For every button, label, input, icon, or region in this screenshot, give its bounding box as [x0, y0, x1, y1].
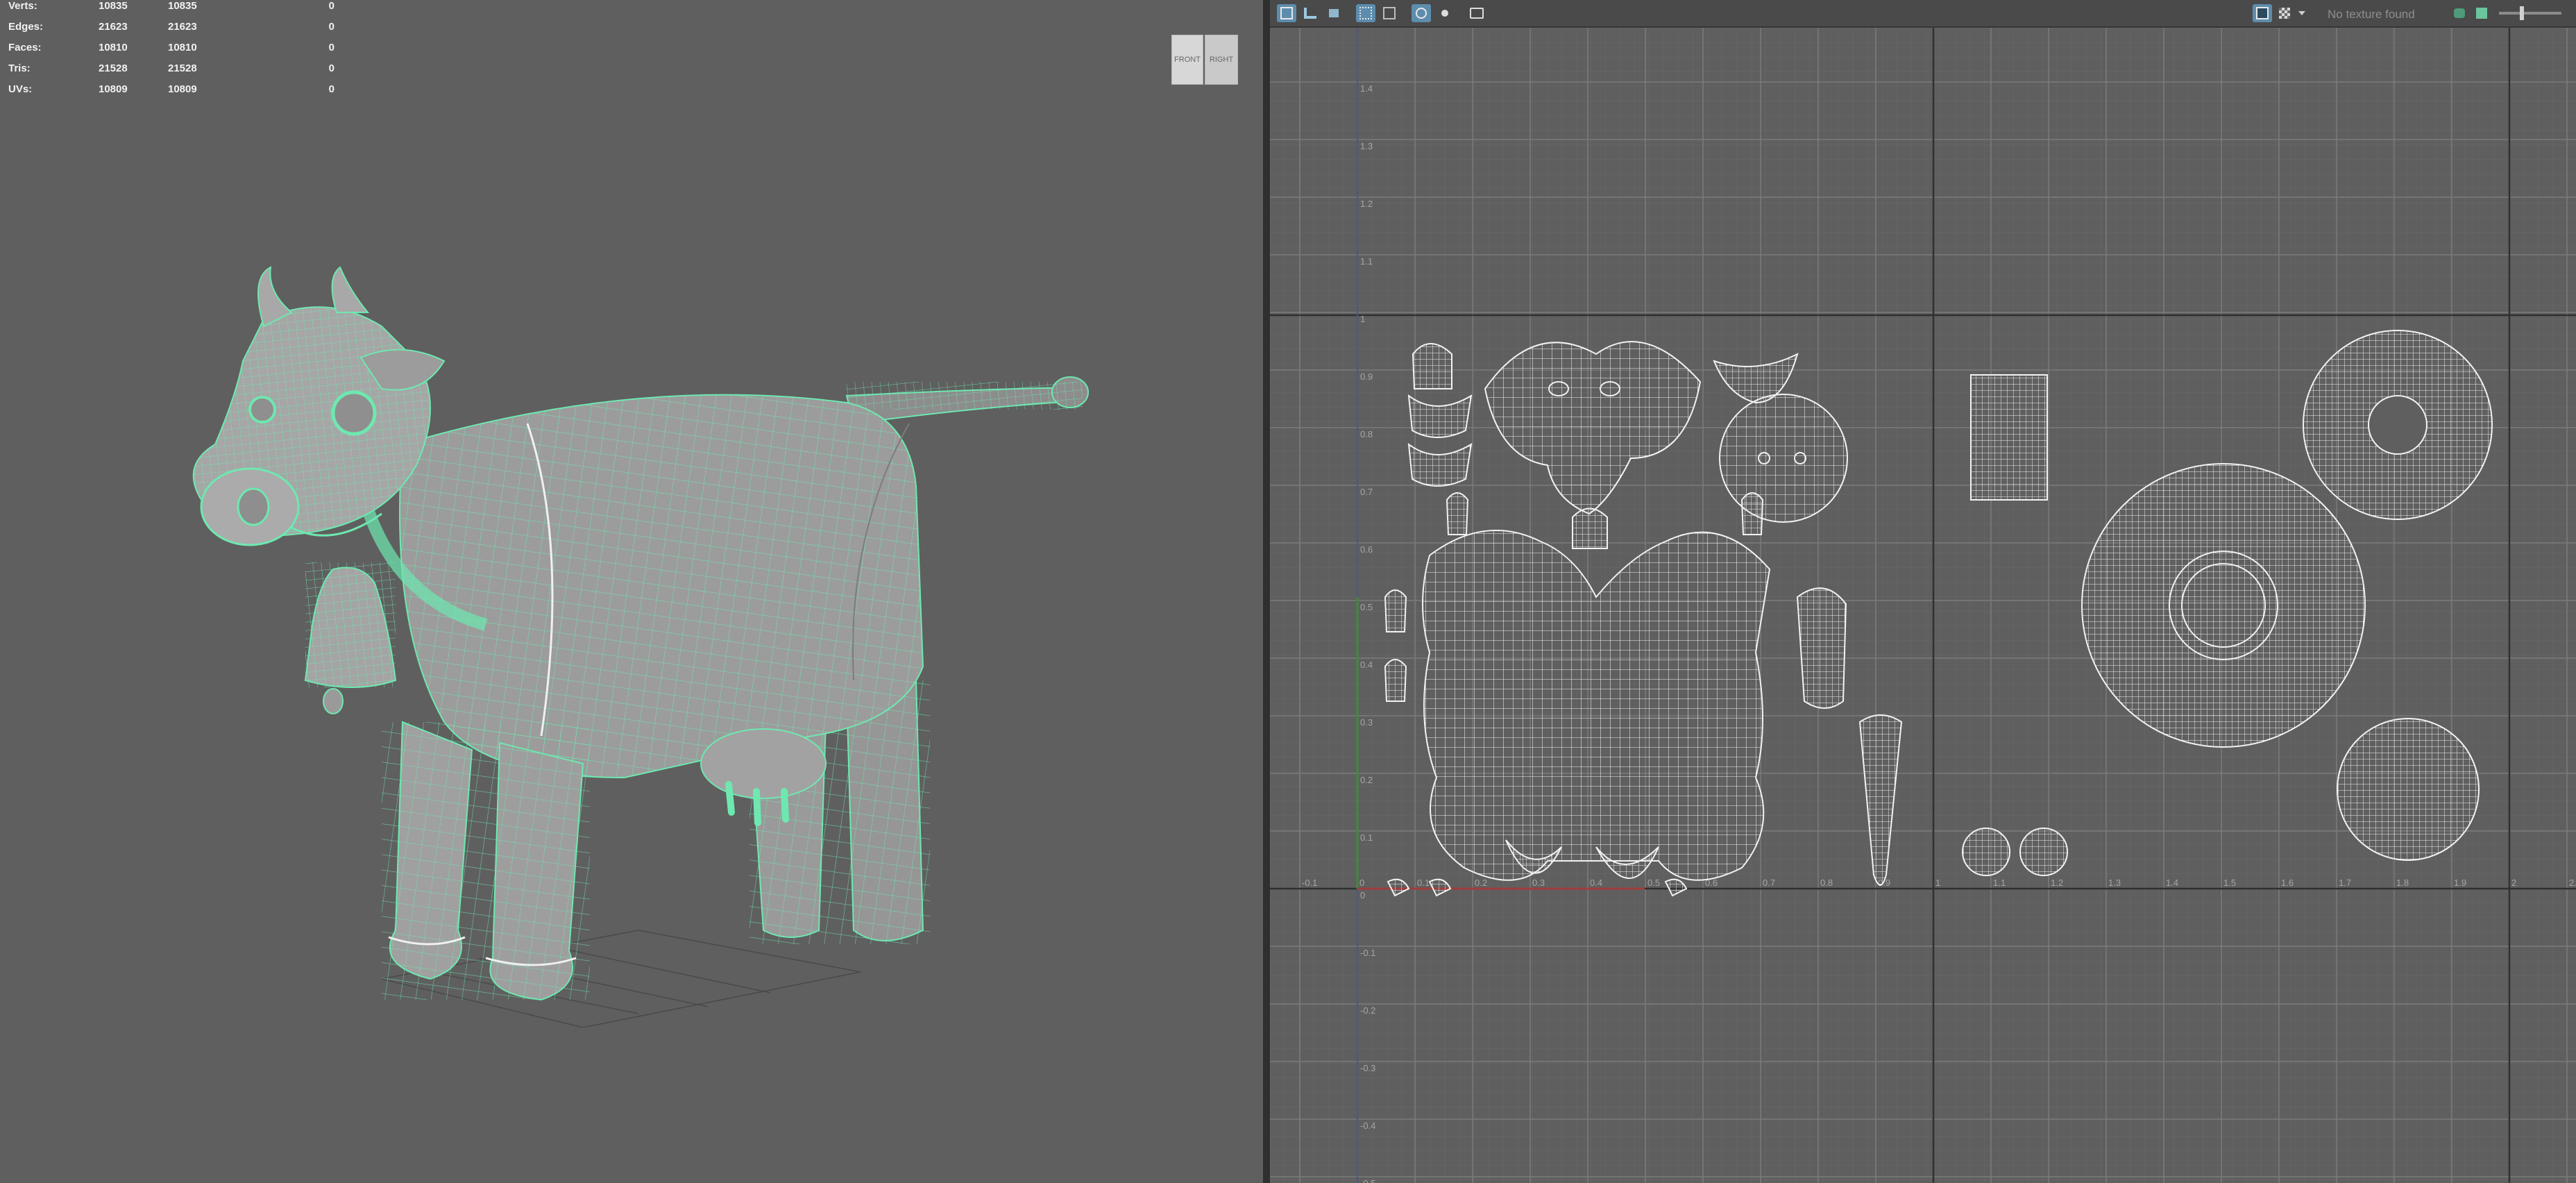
- texture-status-label: No texture found: [2328, 8, 2415, 21]
- hud-value: 0: [328, 62, 334, 74]
- v-tick-label: 0.6: [1360, 544, 1373, 555]
- v-tick-label: 1.4: [1360, 83, 1373, 94]
- v-tick-label: 0.7: [1360, 487, 1373, 497]
- v-tick-label: 0.2: [1360, 775, 1373, 785]
- hud-value: 0: [328, 21, 334, 33]
- uv-disc-center: [2081, 463, 2366, 748]
- u-tick-label: 0.5: [1647, 878, 1660, 888]
- hud-label: Edges:: [8, 21, 44, 33]
- v-tick-label: -0.2: [1360, 1005, 1375, 1016]
- hud-value: 10810: [168, 42, 197, 53]
- v-tick-label: 1.2: [1360, 199, 1373, 209]
- u-tick-label: 0.4: [1590, 878, 1602, 888]
- texture-display-icon[interactable]: [2253, 4, 2272, 22]
- v-tick-label: 1: [1360, 314, 1365, 324]
- hud-value: 10835: [168, 0, 197, 12]
- v-tick-label: 0: [1360, 890, 1365, 900]
- hud-value: 10809: [168, 83, 197, 95]
- v-tick-label: 1.3: [1360, 141, 1373, 151]
- v-tick-label: 0.3: [1360, 717, 1373, 728]
- grid-toggle-icon[interactable]: [1356, 4, 1375, 22]
- u-tick-label: 1.1: [1993, 878, 2006, 888]
- panel-divider[interactable]: [1263, 0, 1270, 1183]
- perspective-viewport[interactable]: Verts: 10835 10835 0 Edges: 21623 21623 …: [0, 0, 1263, 1183]
- v-tick-label: 0.9: [1360, 371, 1373, 382]
- dim-image-icon[interactable]: [1435, 4, 1455, 22]
- hud-value: 0: [328, 42, 334, 53]
- hud-row-uvs: UVs: 10809 10809 0: [8, 83, 334, 104]
- u-tick-label: 1.8: [2396, 878, 2409, 888]
- uv-vertex-select-icon[interactable]: [1300, 4, 1320, 22]
- hud-label: Faces:: [8, 42, 42, 53]
- v-tick-label: -0.4: [1360, 1121, 1375, 1131]
- hud-value: 10810: [99, 42, 128, 53]
- uv-grid-canvas[interactable]: -0.1 0 0.1 0.2 0.3 0.4 0.5 0.6 0.7 0.8 0.9 1 1.1 1.2 1…: [1270, 28, 2576, 1183]
- u-tick-label: 1.6: [2281, 878, 2294, 888]
- hud-value: 21623: [99, 21, 128, 33]
- u-tick-label: 1.5: [2223, 878, 2236, 888]
- maya-workspace: Verts: 10835 10835 0 Edges: 21623 21623 …: [0, 0, 2576, 1183]
- checker-icon[interactable]: [2275, 4, 2294, 22]
- viewcube-front-face[interactable]: FRONT: [1171, 35, 1203, 85]
- u-tick-label: 1.4: [2166, 878, 2178, 888]
- u-tick-label: 1.3: [2108, 878, 2121, 888]
- v-tick-label: -0.5: [1360, 1178, 1375, 1183]
- cow-tail: [845, 376, 1089, 425]
- hud-value: 21528: [168, 62, 197, 74]
- hud-value: 21528: [99, 62, 128, 74]
- hud-label: Tris:: [8, 62, 31, 74]
- hud-value: 10835: [99, 0, 128, 12]
- u-tick-label: 2.1: [2569, 878, 2576, 888]
- hud-row-verts: Verts: 10835 10835 0: [8, 0, 334, 21]
- hud-value: 0: [328, 83, 334, 95]
- u-tick-label: 2: [2511, 878, 2516, 888]
- uv-disc-top-right: [2303, 330, 2493, 520]
- u-tick-label: 0.1: [1417, 878, 1430, 888]
- v-tick-label: -0.3: [1360, 1063, 1375, 1073]
- cow-front-legs: [382, 721, 590, 1001]
- u-tick-label: 0: [1359, 878, 1364, 888]
- pin-icon[interactable]: [2450, 4, 2469, 22]
- u-tick-label: -0.1: [1302, 878, 1317, 888]
- uv-tile-icon[interactable]: [1324, 4, 1344, 22]
- poly-count-hud: Verts: 10835 10835 0 Edges: 21623 21623 …: [8, 0, 334, 104]
- cow-body: [399, 394, 924, 779]
- u-tick-label: 1: [1935, 878, 1940, 888]
- hud-row-edges: Edges: 21623 21623 0: [8, 21, 334, 42]
- u-tick-label: 0.2: [1475, 878, 1487, 888]
- v-tick-label: 0.8: [1360, 429, 1373, 439]
- isolate-icon[interactable]: [1412, 4, 1431, 22]
- snapshot-icon[interactable]: [1467, 4, 1486, 22]
- u-tick-label: 0.3: [1532, 878, 1545, 888]
- hud-label: UVs:: [8, 83, 33, 95]
- hud-value: 21623: [168, 21, 197, 33]
- hud-row-tris: Tris: 21528 21528 0: [8, 62, 334, 83]
- cow-model[interactable]: [153, 236, 1138, 1027]
- v-tick-label: -0.1: [1360, 948, 1375, 958]
- image-display-icon[interactable]: [1380, 4, 1399, 22]
- shaded-uv-icon[interactable]: [2472, 4, 2491, 22]
- v-tick-label: 0.5: [1360, 602, 1373, 612]
- uv-editor-panel[interactable]: No texture found -0.1 0 0.1 0.2 0.3 0.4 …: [1270, 0, 2576, 1183]
- exposure-slider-icon[interactable]: [2496, 4, 2565, 22]
- hud-value: 0: [328, 0, 334, 12]
- u-tick-label: 1.7: [2339, 878, 2351, 888]
- uv-toolbar: No texture found: [1270, 0, 2576, 28]
- view-cube[interactable]: FRONT RIGHT: [1171, 35, 1238, 90]
- u-tick-label: 1.2: [2051, 878, 2063, 888]
- uv-shell-select-icon[interactable]: [1277, 4, 1296, 22]
- u-tick-label: 0.7: [1763, 878, 1775, 888]
- v-tick-label: 0.1: [1360, 832, 1373, 843]
- hud-label: Verts:: [8, 0, 37, 12]
- v-tick-label: 0.4: [1360, 660, 1373, 670]
- v-tick-label: 1.1: [1360, 256, 1373, 267]
- u-tick-label: 0.8: [1820, 878, 1833, 888]
- hud-value: 10809: [99, 83, 128, 95]
- hud-row-faces: Faces: 10810 10810 0: [8, 42, 334, 62]
- u-tick-label: 1.9: [2454, 878, 2466, 888]
- viewcube-right-face[interactable]: RIGHT: [1205, 35, 1238, 85]
- filter-dropdown-icon[interactable]: [2296, 4, 2308, 22]
